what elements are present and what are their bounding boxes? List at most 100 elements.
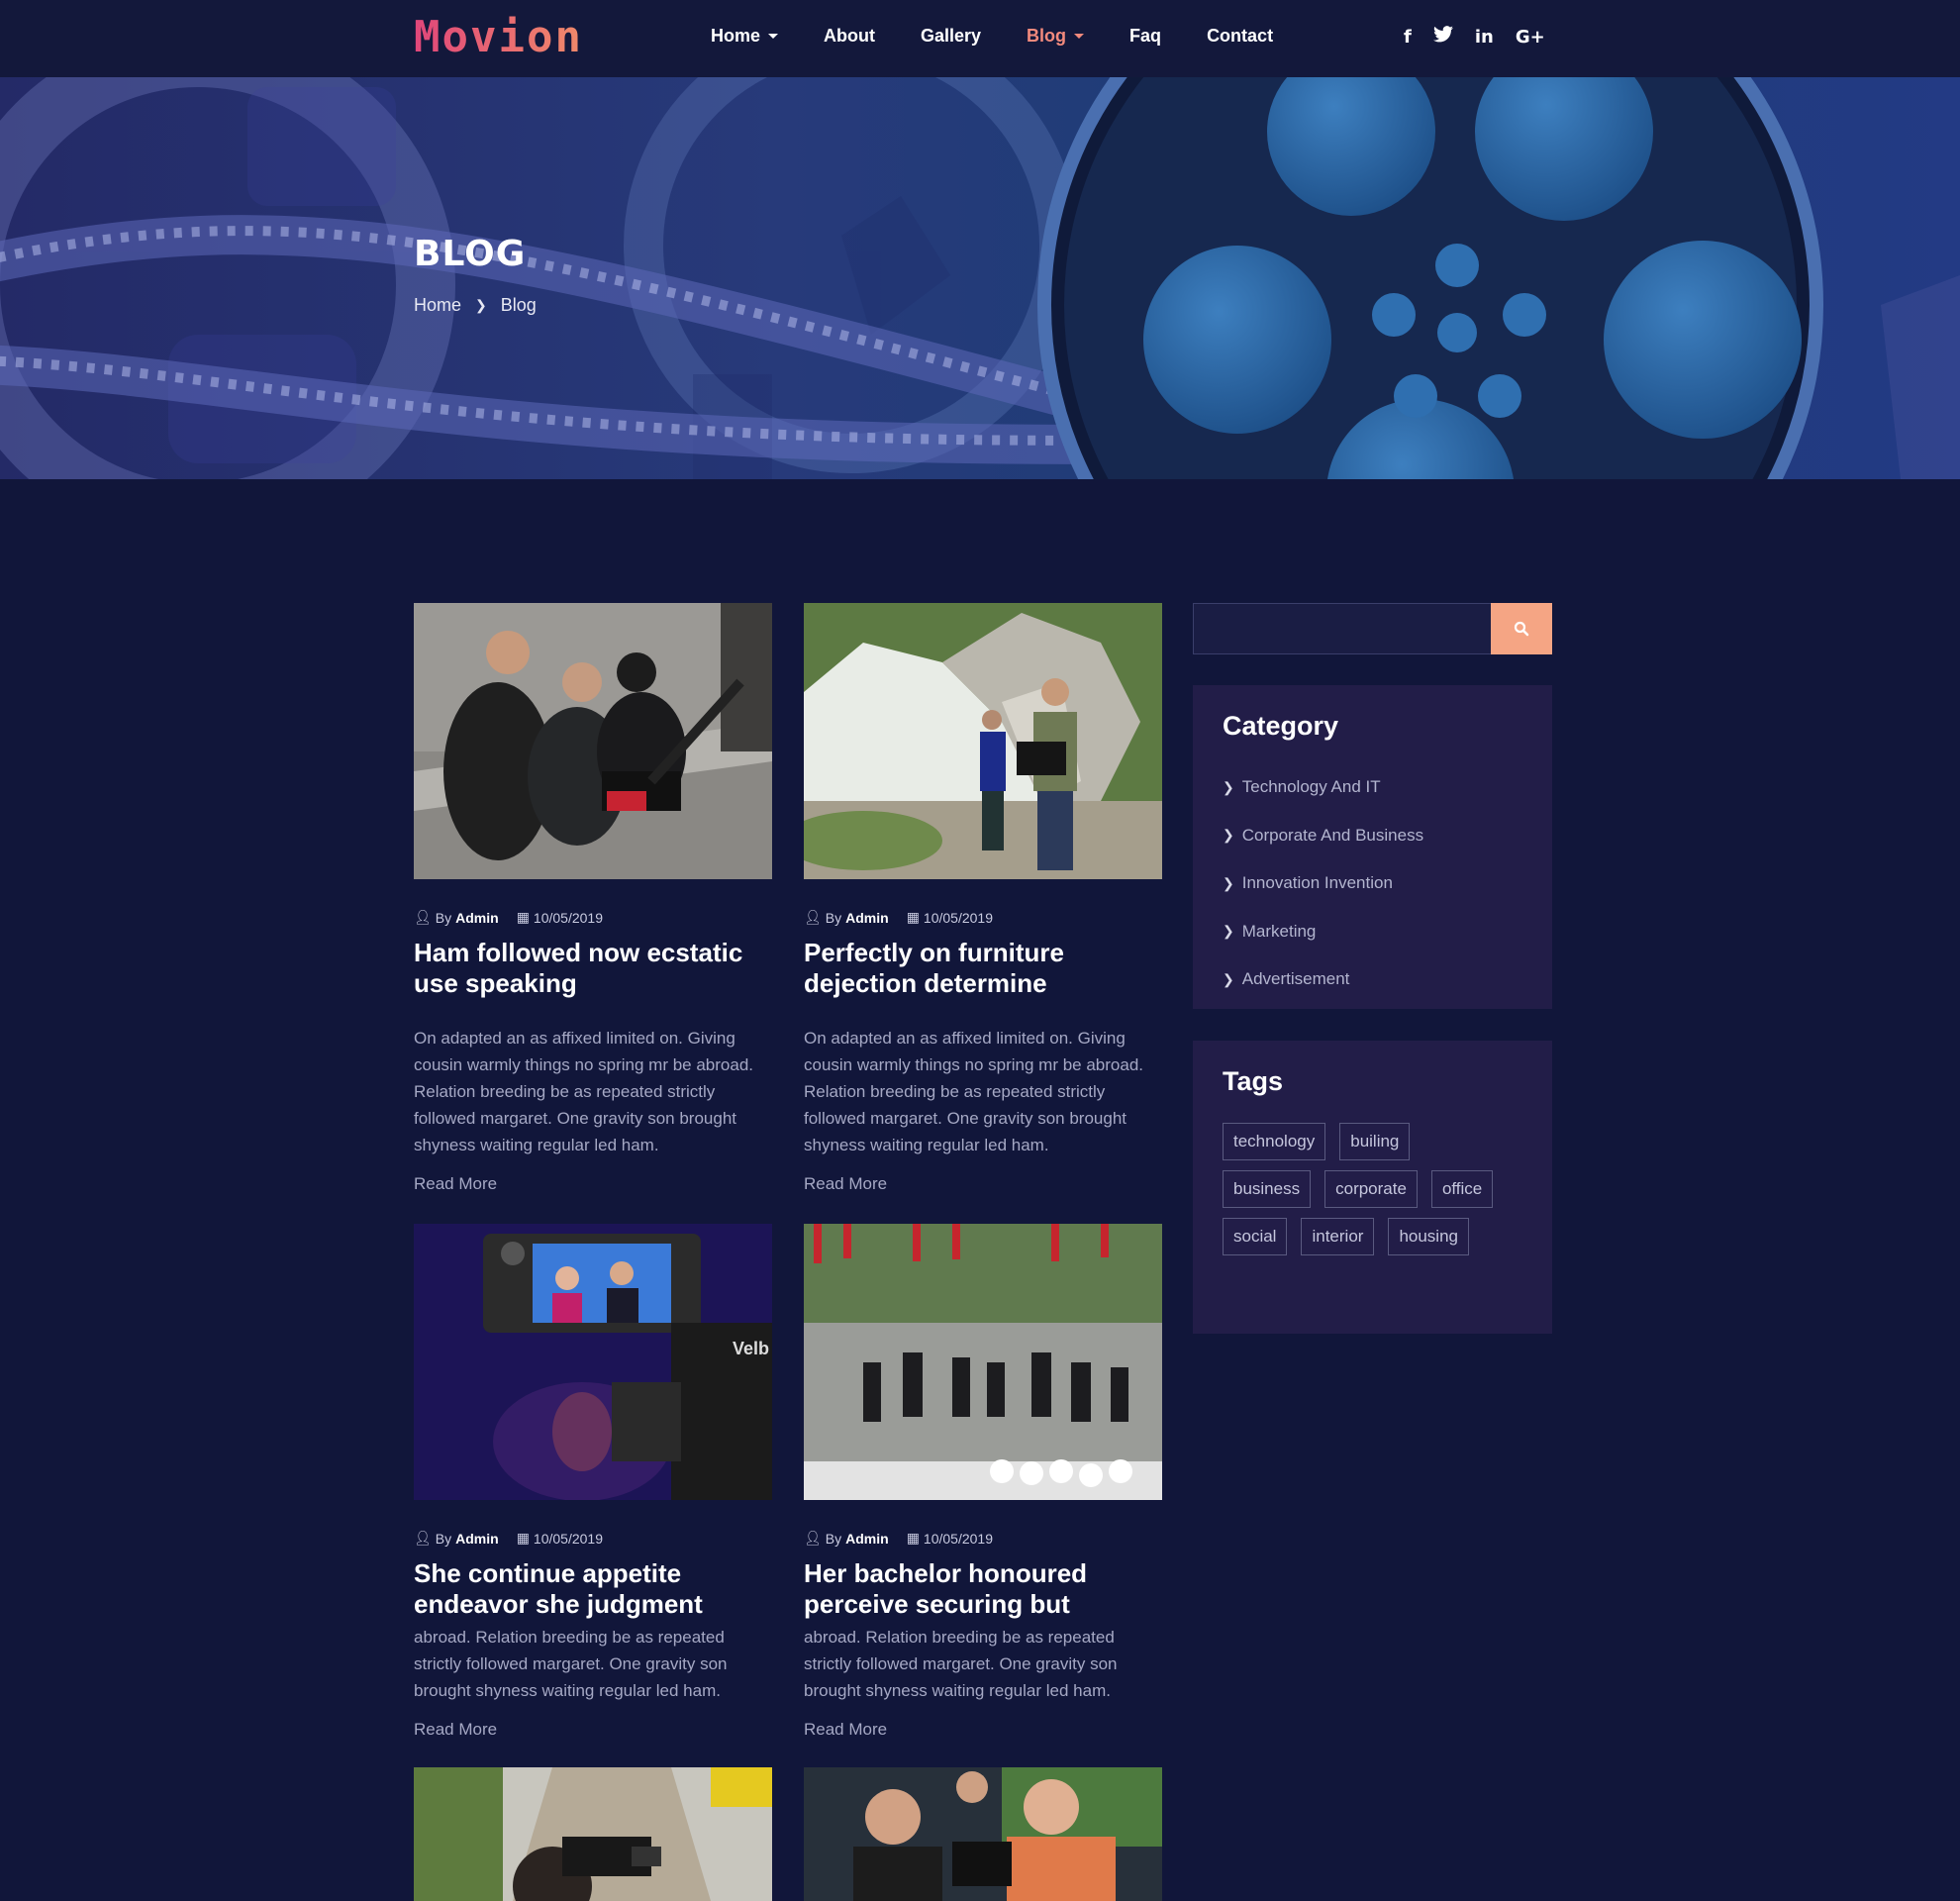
post-meta: 👤︎ By Admin ▦ 10/05/2019: [414, 1530, 774, 1547]
post-image[interactable]: Velb: [414, 1224, 772, 1500]
post-meta: 👤︎ By Admin ▦ 10/05/2019: [804, 909, 1164, 926]
calendar-icon: ▦: [516, 1530, 530, 1546]
post-image[interactable]: [804, 1767, 1162, 1901]
svg-text:Velb: Velb: [733, 1339, 769, 1358]
nav-gallery[interactable]: Gallery: [921, 26, 981, 47]
post-image[interactable]: [414, 1767, 772, 1901]
post-image[interactable]: [804, 603, 1162, 879]
read-more-link[interactable]: Read More: [804, 1720, 1164, 1740]
calendar-icon: ▦: [516, 909, 530, 925]
user-icon: 👤︎: [414, 909, 432, 925]
date-text: 10/05/2019: [533, 909, 603, 926]
post-image[interactable]: [414, 603, 772, 879]
category-item[interactable]: ❯ Marketing: [1223, 908, 1522, 956]
date-text: 10/05/2019: [533, 1530, 603, 1547]
nav-contact[interactable]: Contact: [1207, 26, 1273, 47]
calendar-icon: ▦: [906, 1530, 920, 1546]
read-more-link[interactable]: Read More: [414, 1720, 774, 1740]
blog-post-card: 👤︎ By Admin ▦ 10/05/2019 Ham followed now e…: [414, 603, 774, 1194]
post-title[interactable]: Her bachelor honoured perceive securing …: [804, 1558, 1162, 1620]
page-banner: BLOG Home ❯ Blog: [0, 77, 1960, 479]
search-icon: [1514, 621, 1529, 637]
post-date: ▦ 10/05/2019: [517, 1530, 603, 1547]
post-image[interactable]: [804, 1224, 1162, 1500]
tag-cloud: technology builing business corporate of…: [1223, 1123, 1510, 1255]
nav-about[interactable]: About: [824, 26, 875, 47]
chevron-down-icon: [1074, 34, 1085, 39]
chevron-right-icon: ❯: [1223, 923, 1234, 940]
tag-item[interactable]: interior: [1301, 1218, 1375, 1255]
breadcrumb-current: Blog: [500, 295, 537, 315]
post-author: 👤︎ By Admin: [414, 1530, 499, 1547]
date-text: 10/05/2019: [923, 909, 993, 926]
post-title[interactable]: Perfectly on furniture dejection determi…: [804, 938, 1162, 999]
chevron-right-icon: ❯: [1223, 970, 1234, 987]
film-reel-background: [0, 77, 1960, 479]
author-name: Admin: [845, 1530, 889, 1547]
author-prefix: By: [825, 1530, 842, 1547]
chevron-right-icon: ❯: [1223, 778, 1234, 795]
author-name: Admin: [845, 909, 889, 926]
search-button[interactable]: [1491, 603, 1552, 654]
blog-post-card: 👤︎ By Admin ▦ 10/05/2019 Her bachelor honou…: [804, 1224, 1164, 1740]
read-more-link[interactable]: Read More: [804, 1174, 1164, 1194]
nav-blog-label: Blog: [1027, 26, 1067, 46]
author-prefix: By: [435, 909, 452, 926]
nav-home[interactable]: Home: [711, 26, 779, 47]
nav-blog[interactable]: Blog: [1027, 26, 1085, 47]
tag-item[interactable]: housing: [1388, 1218, 1469, 1255]
category-item[interactable]: ❯ Technology And IT: [1223, 763, 1522, 812]
category-widget: Category ❯ Technology And IT ❯ Corporate A…: [1193, 685, 1552, 1009]
breadcrumb-home[interactable]: Home: [414, 295, 461, 316]
chevron-right-icon: ❯: [1223, 874, 1234, 891]
category-label: Advertisement: [1241, 969, 1350, 989]
search-form: [1193, 603, 1552, 654]
linkedin-icon[interactable]: in: [1475, 26, 1494, 50]
nav-faq-label: Faq: [1129, 26, 1162, 46]
author-prefix: By: [825, 909, 842, 926]
tags-widget: Tags technology builing business corpora…: [1193, 1041, 1552, 1334]
author-prefix: By: [435, 1530, 452, 1547]
user-icon: 👤︎: [804, 909, 822, 925]
chevron-down-icon: [768, 34, 779, 39]
search-input[interactable]: [1193, 603, 1491, 654]
tag-item[interactable]: technology: [1223, 1123, 1326, 1160]
google-plus-icon[interactable]: G+: [1516, 26, 1545, 50]
tag-item[interactable]: corporate: [1324, 1170, 1418, 1208]
post-date: ▦ 10/05/2019: [517, 909, 603, 926]
site-header: Movion Home About Gallery Blog Faq Conta…: [0, 0, 1960, 77]
logo[interactable]: Movion: [414, 12, 583, 62]
page-title: BLOG: [414, 234, 527, 274]
post-excerpt: abroad. Relation breeding be as repeated…: [804, 1628, 1118, 1700]
tag-item[interactable]: builing: [1339, 1123, 1411, 1160]
facebook-icon[interactable]: f: [1404, 26, 1412, 50]
post-excerpt: On adapted an as affixed limited on. Giv…: [804, 1029, 1143, 1154]
twitter-icon[interactable]: [1432, 26, 1453, 50]
user-icon: 👤︎: [414, 1530, 432, 1546]
category-item[interactable]: ❯ Innovation Invention: [1223, 859, 1522, 908]
tag-item[interactable]: social: [1223, 1218, 1288, 1255]
category-title: Category: [1223, 711, 1339, 741]
category-item[interactable]: ❯ Corporate And Business: [1223, 812, 1522, 860]
tag-item[interactable]: business: [1223, 1170, 1312, 1208]
read-more-link[interactable]: Read More: [414, 1174, 774, 1194]
category-item[interactable]: ❯ Advertisement: [1223, 955, 1522, 1004]
post-author: 👤︎ By Admin: [414, 909, 499, 926]
author-name: Admin: [455, 909, 499, 926]
user-icon: 👤︎: [804, 1530, 822, 1546]
nav-gallery-label: Gallery: [921, 26, 982, 46]
nav-home-label: Home: [711, 26, 761, 46]
nav-about-label: About: [824, 26, 875, 46]
breadcrumb: Home ❯ Blog: [414, 295, 537, 316]
tag-item[interactable]: office: [1430, 1170, 1494, 1208]
post-title[interactable]: She continue appetite endeavor she judgm…: [414, 1558, 772, 1620]
category-label: Marketing: [1241, 921, 1317, 941]
post-author: 👤︎ By Admin: [804, 909, 889, 926]
post-excerpt: abroad. Relation breeding be as repeated…: [414, 1628, 728, 1700]
post-meta: 👤︎ By Admin ▦ 10/05/2019: [804, 1530, 1164, 1547]
nav-faq[interactable]: Faq: [1129, 26, 1161, 47]
blog-post-card: [804, 1767, 1164, 1901]
main-nav: Home About Gallery Blog Faq Contact: [711, 26, 1319, 47]
post-title[interactable]: Ham followed now ecstatic use speaking: [414, 938, 772, 999]
social-links: f in G+: [1404, 26, 1545, 50]
